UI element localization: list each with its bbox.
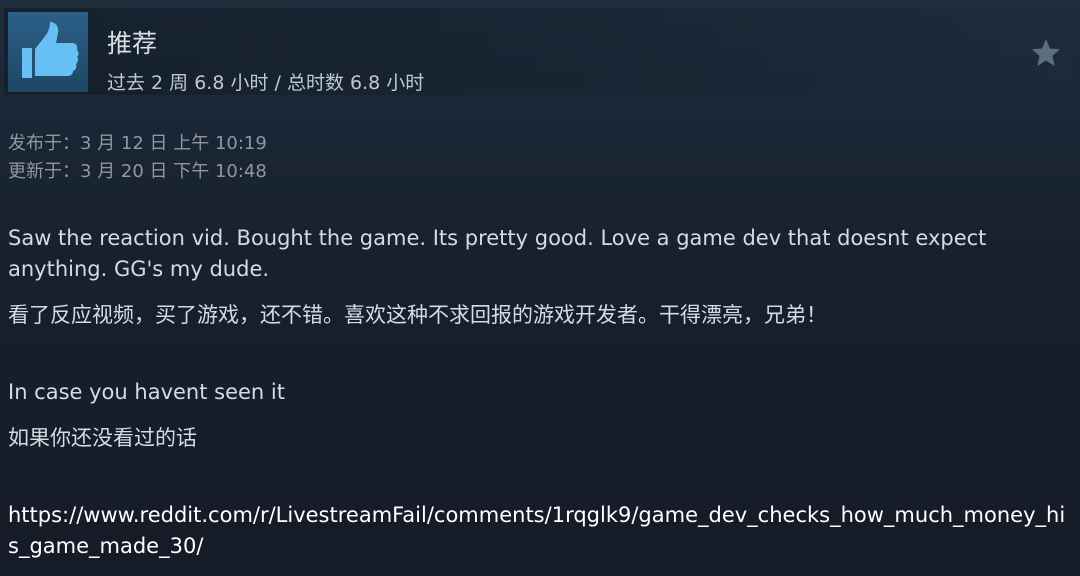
review-text-english: Saw the reaction vid. Bought the game. I… — [8, 226, 987, 281]
reddit-link[interactable]: https://www.reddit.com/r/LivestreamFail/… — [8, 500, 1072, 562]
posted-date: 发布于：3 月 12 日 上午 10:19 — [8, 133, 267, 154]
review-header: 推荐 过去 2 周 6.8 小时 / 总时数 6.8 小时 — [4, 8, 1072, 95]
review-text-chinese: 看了反应视频，买了游戏，还不错。喜欢这种不求回报的游戏开发者。干得漂亮，兄弟！ — [8, 303, 827, 327]
review-note-english: In case you havent seen it — [8, 380, 285, 404]
award-star-icon[interactable] — [1029, 36, 1063, 70]
updated-date: 更新于：3 月 20 日 下午 10:48 — [8, 161, 267, 182]
review-dates: 发布于：3 月 12 日 上午 10:19 更新于：3 月 20 日 下午 10… — [8, 130, 267, 186]
review-note-chinese: 如果你还没看过的话 — [8, 426, 197, 450]
playtime-hours: 过去 2 周 6.8 小时 / 总时数 6.8 小时 — [107, 72, 425, 94]
thumbs-up-icon[interactable] — [8, 12, 88, 92]
review-verdict: 推荐 — [107, 29, 158, 58]
